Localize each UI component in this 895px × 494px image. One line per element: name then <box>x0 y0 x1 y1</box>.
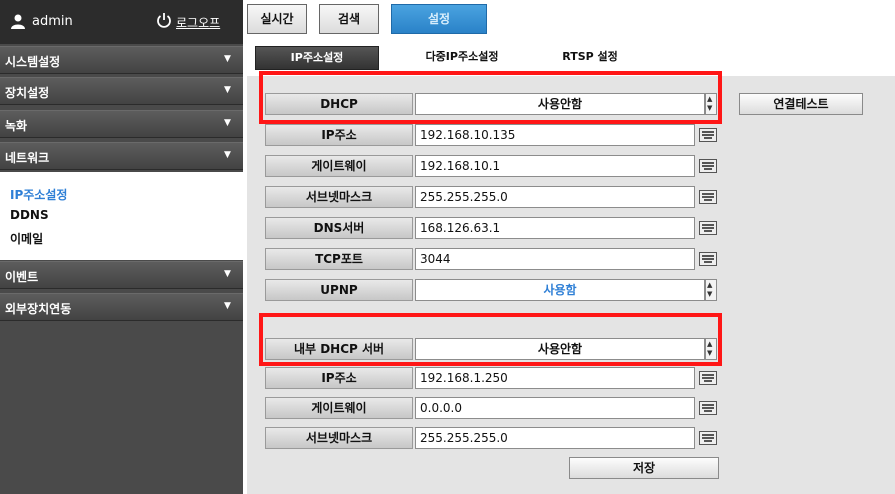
menu-network[interactable]: 네트워크 ▼ <box>0 142 243 170</box>
keyboard-icon[interactable] <box>699 190 717 204</box>
dhcp-ip-label: IP주소 <box>265 367 413 389</box>
subnet-input[interactable] <box>415 186 695 208</box>
dhcp-highlight-box <box>259 71 722 124</box>
menu-system-settings[interactable]: 시스템설정 ▼ <box>0 46 243 74</box>
menu-label: 네트워크 <box>5 151 50 165</box>
tab-search[interactable]: 검색 <box>319 4 379 34</box>
chevron-down-icon: ▼ <box>224 54 231 64</box>
power-icon[interactable] <box>156 12 172 28</box>
dhcp-server-highlight-box <box>259 313 722 366</box>
connect-test-button[interactable]: 연결테스트 <box>739 93 863 115</box>
network-submenu: IP주소설정 DDNS 이메일 <box>0 172 243 260</box>
dns-input[interactable] <box>415 217 695 239</box>
arrow-down-icon: ▼ <box>707 290 713 298</box>
chevron-down-icon: ▼ <box>224 150 231 160</box>
arrow-up-icon: ▲ <box>707 281 713 289</box>
user-icon <box>11 14 25 29</box>
tcp-port-input[interactable] <box>415 248 695 270</box>
top-tab-bar: 실시간 검색 설정 <box>243 0 895 36</box>
menu-label: 녹화 <box>5 119 28 133</box>
tab-settings[interactable]: 설정 <box>391 4 487 34</box>
sidebar: admin 로그오프 시스템설정 ▼ 장치설정 ▼ 녹화 ▼ 네트워크 ▼ IP… <box>0 0 243 494</box>
dhcp-subnet-label: 서브넷마스크 <box>265 427 413 449</box>
tcp-port-label: TCP포트 <box>265 248 413 270</box>
keyboard-icon[interactable] <box>699 401 717 415</box>
keyboard-icon[interactable] <box>699 159 717 173</box>
keyboard-icon[interactable] <box>699 371 717 385</box>
dhcp-ip-input[interactable] <box>415 367 695 389</box>
upnp-select[interactable]: 사용함 <box>415 279 705 301</box>
subtab-ip-settings[interactable]: IP주소설정 <box>255 46 379 70</box>
logoff-link[interactable]: 로그오프 <box>176 14 220 31</box>
subtab-rtsp[interactable]: RTSP 설정 <box>547 46 633 70</box>
dhcp-gateway-label: 게이트웨이 <box>265 397 413 419</box>
ip-input[interactable] <box>415 124 695 146</box>
keyboard-icon[interactable] <box>699 128 717 142</box>
chevron-down-icon: ▼ <box>224 301 231 311</box>
menu-label: 시스템설정 <box>5 55 61 69</box>
menu-recording[interactable]: 녹화 ▼ <box>0 110 243 138</box>
upnp-label: UPNP <box>265 279 413 301</box>
tab-live[interactable]: 실시간 <box>247 4 307 34</box>
keyboard-icon[interactable] <box>699 431 717 445</box>
submenu-ip-settings[interactable]: IP주소설정 <box>10 186 67 203</box>
dhcp-gateway-input[interactable] <box>415 397 695 419</box>
ip-label: IP주소 <box>265 124 413 146</box>
chevron-down-icon: ▼ <box>224 118 231 128</box>
gateway-input[interactable] <box>415 155 695 177</box>
menu-event[interactable]: 이벤트 ▼ <box>0 261 243 289</box>
menu-external-devices[interactable]: 외부장치연동 ▼ <box>0 293 243 321</box>
dns-label: DNS서버 <box>265 217 413 239</box>
username: admin <box>32 14 73 29</box>
keyboard-icon[interactable] <box>699 221 717 235</box>
menu-label: 외부장치연동 <box>5 302 72 316</box>
subnet-label: 서브넷마스크 <box>265 186 413 208</box>
menu-label: 이벤트 <box>5 270 39 284</box>
submenu-email[interactable]: 이메일 <box>10 230 43 247</box>
dhcp-subnet-input[interactable] <box>415 427 695 449</box>
chevron-down-icon: ▼ <box>224 85 231 95</box>
user-bar: admin 로그오프 <box>0 0 243 44</box>
upnp-spinner[interactable]: ▲ ▼ <box>705 279 717 301</box>
keyboard-icon[interactable] <box>699 252 717 266</box>
menu-device-settings[interactable]: 장치설정 ▼ <box>0 77 243 105</box>
gateway-label: 게이트웨이 <box>265 155 413 177</box>
submenu-ddns[interactable]: DDNS <box>10 208 49 222</box>
save-button[interactable]: 저장 <box>569 457 719 479</box>
chevron-down-icon: ▼ <box>224 269 231 279</box>
subtab-multi-ip[interactable]: 다중IP주소설정 <box>405 46 519 70</box>
menu-label: 장치설정 <box>5 86 50 100</box>
